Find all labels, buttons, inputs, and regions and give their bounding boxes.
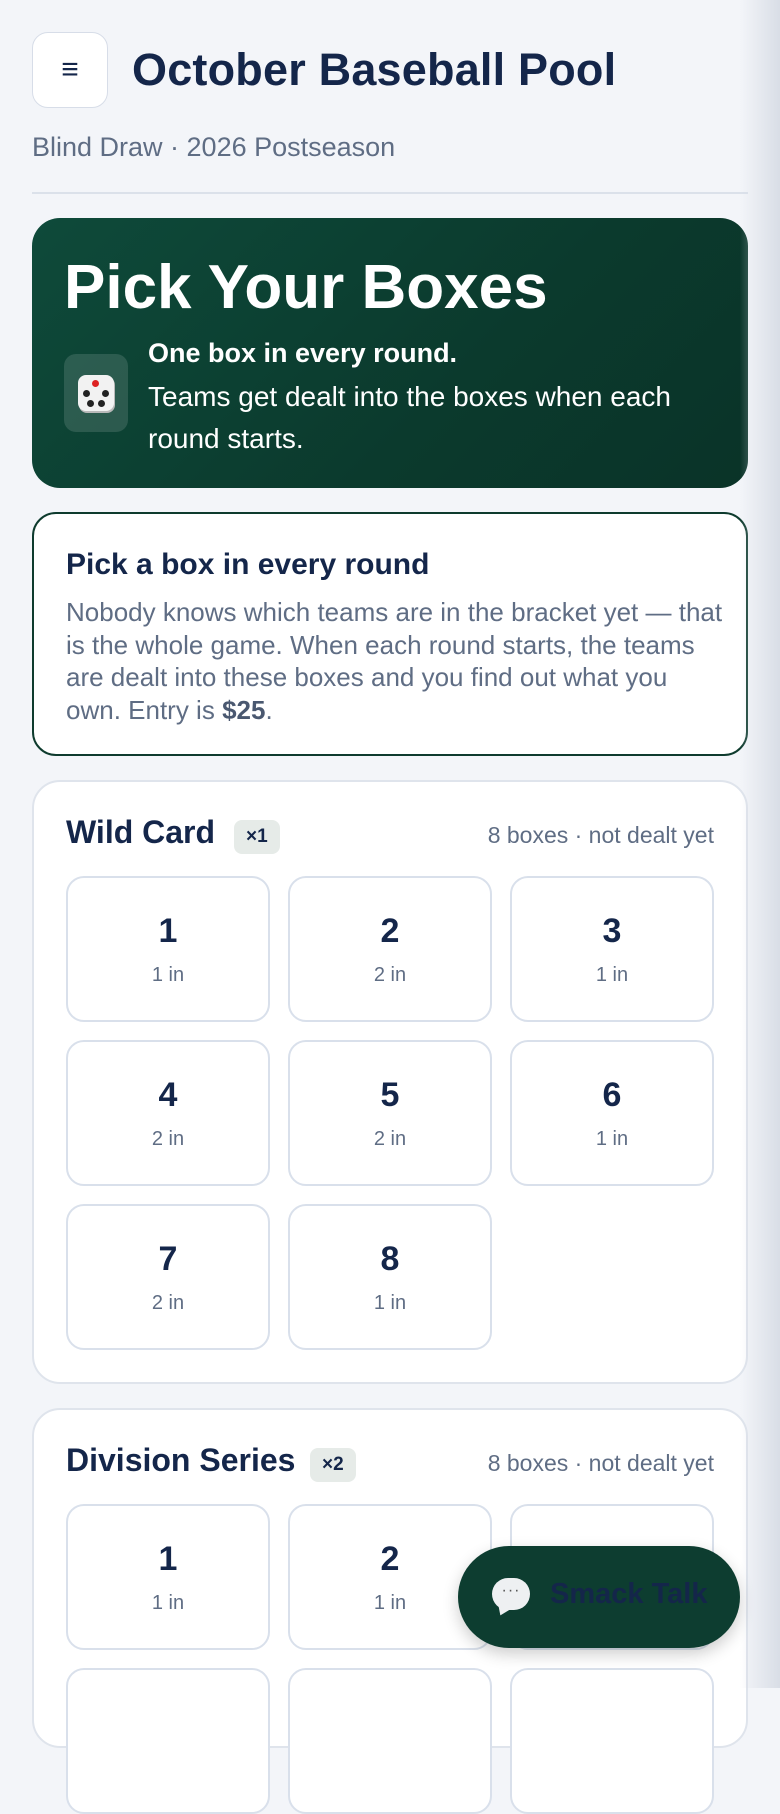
box-count: 1 in — [595, 1128, 629, 1150]
page-title: October Baseball Pool — [132, 44, 617, 95]
info-card: Pick a box in every round Nobody knows w… — [32, 512, 748, 756]
box-number: 4 — [158, 1076, 178, 1114]
box-number: 7 — [158, 1240, 178, 1278]
box-number: 2 — [380, 1540, 400, 1578]
box-count: 2 in — [373, 1128, 407, 1150]
smack-talk-label: Smack Talk — [550, 1578, 708, 1610]
round-name: Division Series — [66, 1442, 296, 1478]
box-number: 6 — [602, 1076, 622, 1114]
box-count: 2 in — [373, 964, 407, 986]
hamburger-icon: ≡ — [61, 53, 79, 86]
page-subtitle: Blind Draw · 2026 Postseason — [32, 132, 396, 162]
box-6[interactable]: 6 1 in — [510, 1040, 714, 1186]
hero-description: Teams get dealt into the boxes when each… — [148, 381, 672, 454]
box-count: 1 in — [151, 1592, 185, 1614]
header-divider — [32, 192, 748, 194]
header: ≡ October Baseball Pool — [32, 32, 748, 112]
box-count: 1 in — [595, 964, 629, 986]
round-name: Wild Card — [66, 814, 216, 850]
info-text: Nobody knows which teams are in the brac… — [66, 596, 726, 726]
hero-card: Pick Your Boxes One box in every round. … — [32, 218, 748, 488]
menu-button[interactable]: ≡ — [32, 32, 108, 108]
info-body: Nobody knows which teams are in the brac… — [66, 597, 723, 725]
box-8[interactable]: 8 1 in — [288, 1204, 492, 1350]
box-number: 1 — [158, 912, 178, 950]
box-number: 3 — [602, 912, 622, 950]
info-end: . — [265, 694, 273, 725]
round-meta: 8 boxes · not dealt yet — [487, 822, 714, 848]
chat-bubble-icon: ··· — [492, 1578, 530, 1610]
box-1[interactable]: 1 1 in — [66, 876, 270, 1022]
box-count: 2 in — [151, 1292, 185, 1314]
box-number: 1 — [158, 1540, 178, 1578]
box-2[interactable]: 2 2 in — [288, 876, 492, 1022]
info-title: Pick a box in every round — [66, 548, 430, 581]
multiplier-badge: ×1 — [234, 820, 280, 854]
box-4[interactable]: 4 2 in — [66, 1040, 270, 1186]
box-4[interactable] — [66, 1668, 270, 1814]
multiplier-badge: ×2 — [310, 1448, 356, 1482]
dice-icon — [64, 354, 128, 432]
box-count: 2 in — [151, 1128, 185, 1150]
box-1[interactable]: 1 1 in — [66, 1504, 270, 1650]
box-7[interactable]: 7 2 in — [66, 1204, 270, 1350]
box-number: 2 — [380, 912, 400, 950]
entry-amount: $25 — [222, 694, 266, 725]
box-number: 5 — [380, 1076, 400, 1114]
box-6[interactable] — [510, 1668, 714, 1814]
box-5[interactable]: 5 2 in — [288, 1040, 492, 1186]
round-card-wild-card: Wild Card ×1 8 boxes · not dealt yet 1 1 … — [32, 780, 748, 1384]
box-count: 1 in — [373, 1292, 407, 1314]
hero-strong-text: One box in every round. — [148, 338, 458, 368]
box-number: 8 — [380, 1240, 400, 1278]
box-3[interactable]: 3 1 in — [510, 876, 714, 1022]
smack-talk-button[interactable]: ··· Smack Talk — [458, 1546, 740, 1648]
box-count: 1 in — [151, 964, 185, 986]
round-meta: 8 boxes · not dealt yet — [487, 1450, 714, 1476]
chat-dots: ··· — [501, 1582, 521, 1599]
hero-title: Pick Your Boxes — [64, 253, 548, 322]
box-5[interactable] — [288, 1668, 492, 1814]
